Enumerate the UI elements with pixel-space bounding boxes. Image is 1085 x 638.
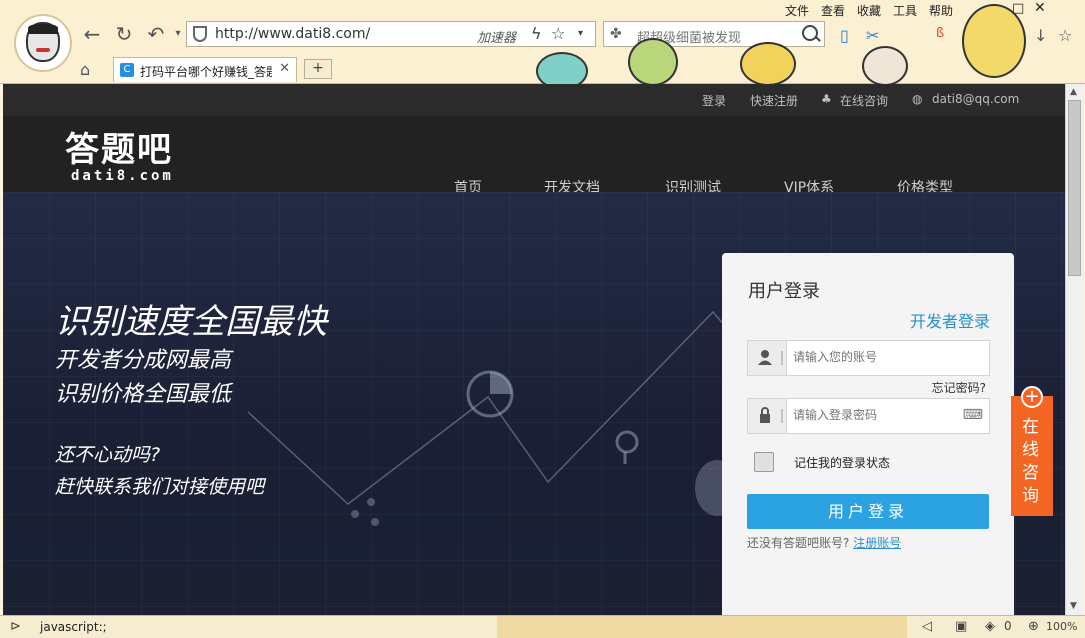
scrollbar-thumb[interactable]: [1068, 100, 1081, 276]
email-icon: ◍: [912, 92, 923, 106]
menu-tools[interactable]: 工具: [893, 2, 917, 19]
hero-slogan-3: 识别价格全国最低: [55, 382, 232, 407]
developer-login-link[interactable]: 开发者登录: [910, 308, 990, 332]
favorites-star-icon[interactable]: ☆: [1058, 26, 1072, 45]
site-logo-subtitle: dati8.com: [71, 168, 174, 184]
account-field[interactable]: [747, 340, 990, 376]
volume-icon[interactable]: ◁: [922, 619, 932, 634]
zoom-level[interactable]: 100%: [1046, 620, 1077, 633]
topbar-email[interactable]: dati8@qq.com: [932, 92, 1019, 106]
refresh-icon[interactable]: ↻: [112, 22, 136, 46]
download-icon[interactable]: ↓: [1034, 26, 1047, 45]
status-bar: ⊳ javascript:; ◁ ▣ ◈ 0 ⊕ 100%: [0, 615, 1085, 638]
plus-icon[interactable]: +: [1021, 386, 1043, 408]
scissors-icon[interactable]: ✂: [866, 26, 879, 45]
password-input[interactable]: [793, 408, 963, 422]
home-icon[interactable]: ⌂: [80, 60, 90, 79]
no-account-text: 还没有答题吧账号? 注册账号: [747, 534, 901, 551]
menu-favorites[interactable]: 收藏: [857, 2, 881, 19]
topbar-consult-link[interactable]: 在线咨询: [840, 92, 888, 109]
status-cartoon-strip: [497, 616, 907, 638]
search-icon[interactable]: [802, 25, 818, 41]
search-engine-icon[interactable]: ✤: [610, 26, 622, 42]
hero-slogan-4: 还不心动吗?: [55, 444, 161, 466]
menu-file[interactable]: 文件: [785, 2, 809, 19]
browser-chrome: ← ↻ ↶ ▾ http://www.dati8.com/ 加速器 ϟ ☆ ▾ …: [0, 0, 1085, 90]
avatar-face-icon: [26, 22, 60, 62]
lock-icon: [748, 399, 787, 433]
site-logo[interactable]: 答题吧: [65, 122, 173, 171]
tab-favicon-icon: C: [120, 63, 134, 77]
hero-slogan-5: 赶快联系我们对接使用吧: [55, 476, 265, 498]
user-icon: [748, 341, 787, 375]
status-text: javascript:;: [40, 620, 107, 634]
tab-title[interactable]: 打码平台哪个好赚钱_答题: [140, 63, 272, 80]
address-url[interactable]: http://www.dati8.com/: [215, 26, 370, 42]
vertical-scrollbar[interactable]: ▲ ▼: [1065, 84, 1084, 615]
menu-help[interactable]: 帮助: [929, 2, 953, 19]
cartoon-character-icon: [962, 4, 1026, 78]
remember-label: 记住我的登录状态: [794, 456, 891, 470]
topbar-login-link[interactable]: 登录: [702, 92, 726, 109]
tab-close-icon[interactable]: ✕: [279, 61, 290, 76]
scroll-down-icon[interactable]: ▼: [1070, 601, 1077, 611]
login-button[interactable]: 用户登录: [747, 494, 989, 529]
magnifier-icon: [615, 430, 639, 454]
consult-float-label[interactable]: 在线咨询: [1022, 416, 1042, 508]
cartoon-character-icon: [740, 42, 796, 86]
login-title: 用户登录: [748, 281, 820, 302]
zoom-icon[interactable]: ⊕: [1028, 619, 1039, 634]
consult-float-button[interactable]: + 在线咨询: [1011, 386, 1053, 516]
register-account-link[interactable]: 注册账号: [853, 536, 901, 550]
sidebar-toggle-icon[interactable]: ⊳: [10, 619, 21, 634]
topbar-register-link[interactable]: 快速注册: [750, 92, 798, 109]
hero-slogan-1: 识别速度全国最快: [55, 302, 327, 342]
new-tab-button[interactable]: +: [304, 59, 332, 79]
cartoon-character-icon: [628, 38, 678, 86]
forgot-password-link[interactable]: 忘记密码?: [932, 379, 986, 396]
password-field[interactable]: ⌨: [747, 398, 990, 434]
phone-icon[interactable]: ▯: [840, 26, 849, 45]
cartoon-character-icon: [862, 46, 908, 86]
share-icon: [351, 510, 359, 518]
lightning-icon[interactable]: ϟ: [531, 24, 542, 43]
page-viewport: 登录 快速注册 ♣ 在线咨询 ◍ dati8@qq.com 首页 开发文档 识别…: [3, 84, 1065, 615]
qq-icon: ♣: [821, 92, 832, 106]
weibo-icon[interactable]: ß: [936, 26, 944, 41]
security-shield-icon: [193, 26, 207, 42]
shield-status-icon[interactable]: ◈: [985, 619, 995, 634]
keyboard-icon[interactable]: ⌨: [963, 407, 983, 423]
user-avatar[interactable]: [14, 14, 72, 72]
accelerator-label[interactable]: 加速器: [477, 27, 516, 46]
back-icon[interactable]: ←: [80, 22, 104, 46]
menu-view[interactable]: 查看: [821, 2, 845, 19]
favorite-star-icon[interactable]: ☆: [551, 24, 565, 43]
scroll-up-icon[interactable]: ▲: [1070, 87, 1077, 97]
remember-checkbox[interactable]: [754, 452, 774, 472]
login-panel: 用户登录 开发者登录 忘记密码? ⌨ 记住我的登录状态 用户登录 还没有答题吧账…: [722, 253, 1014, 615]
undo-icon[interactable]: ↶: [144, 22, 168, 46]
hero-slogan-2: 开发者分成网最高: [55, 348, 232, 373]
browser-tab[interactable]: C 打码平台哪个好赚钱_答题 ✕: [113, 57, 297, 82]
account-input[interactable]: [793, 350, 963, 364]
address-dropdown-icon[interactable]: ▾: [578, 28, 583, 39]
no-account-label: 还没有答题吧账号?: [747, 536, 850, 550]
site-topbar: 登录 快速注册 ♣ 在线咨询 ◍ dati8@qq.com: [3, 84, 1065, 116]
status-count: 0: [1004, 619, 1012, 633]
toolbox-icon[interactable]: ▣: [955, 619, 967, 634]
close-window-icon[interactable]: ✕: [1034, 0, 1046, 16]
address-bar[interactable]: http://www.dati8.com/ 加速器 ϟ ☆ ▾: [186, 21, 596, 47]
